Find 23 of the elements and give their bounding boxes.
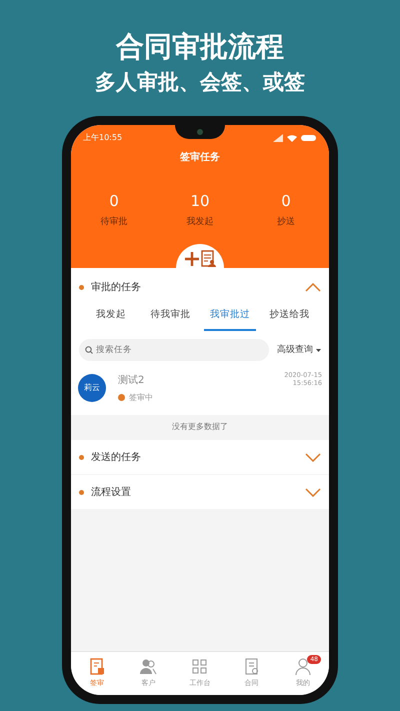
status-time: 上午10:55	[83, 132, 122, 144]
avatar: 莉云	[78, 374, 106, 402]
section-header[interactable]: 审批的任务	[71, 268, 329, 302]
end-message: 没有更多数据了	[172, 421, 228, 434]
section-header[interactable]: 发送的任务	[71, 440, 329, 474]
stat-label: 抄送	[277, 216, 295, 229]
promo-subtitle: 多人审批、会签、或签	[95, 69, 305, 96]
tab[interactable]: 待我审批	[144, 308, 196, 332]
stat-value: 0	[109, 192, 119, 210]
task-status: 签审中	[129, 392, 153, 404]
search-field[interactable]: 搜索任务	[79, 339, 269, 362]
tab[interactable]: 我审批过	[204, 308, 256, 332]
stat-label: 我发起	[186, 216, 214, 229]
section-header[interactable]: 流程设置	[71, 475, 329, 510]
tab[interactable]: 抄送给我	[263, 308, 316, 332]
stat-label: 待审批	[100, 216, 128, 229]
stat-value: 10	[190, 192, 210, 210]
screen-title: 签审任务	[180, 150, 220, 165]
advanced-search-button[interactable]: 高级查询	[277, 344, 321, 357]
task-title: 测试2	[118, 374, 146, 388]
promo-title: 合同审批流程	[116, 30, 284, 64]
tab[interactable]: 我发起	[90, 308, 132, 332]
stat-value: 0	[281, 192, 291, 210]
